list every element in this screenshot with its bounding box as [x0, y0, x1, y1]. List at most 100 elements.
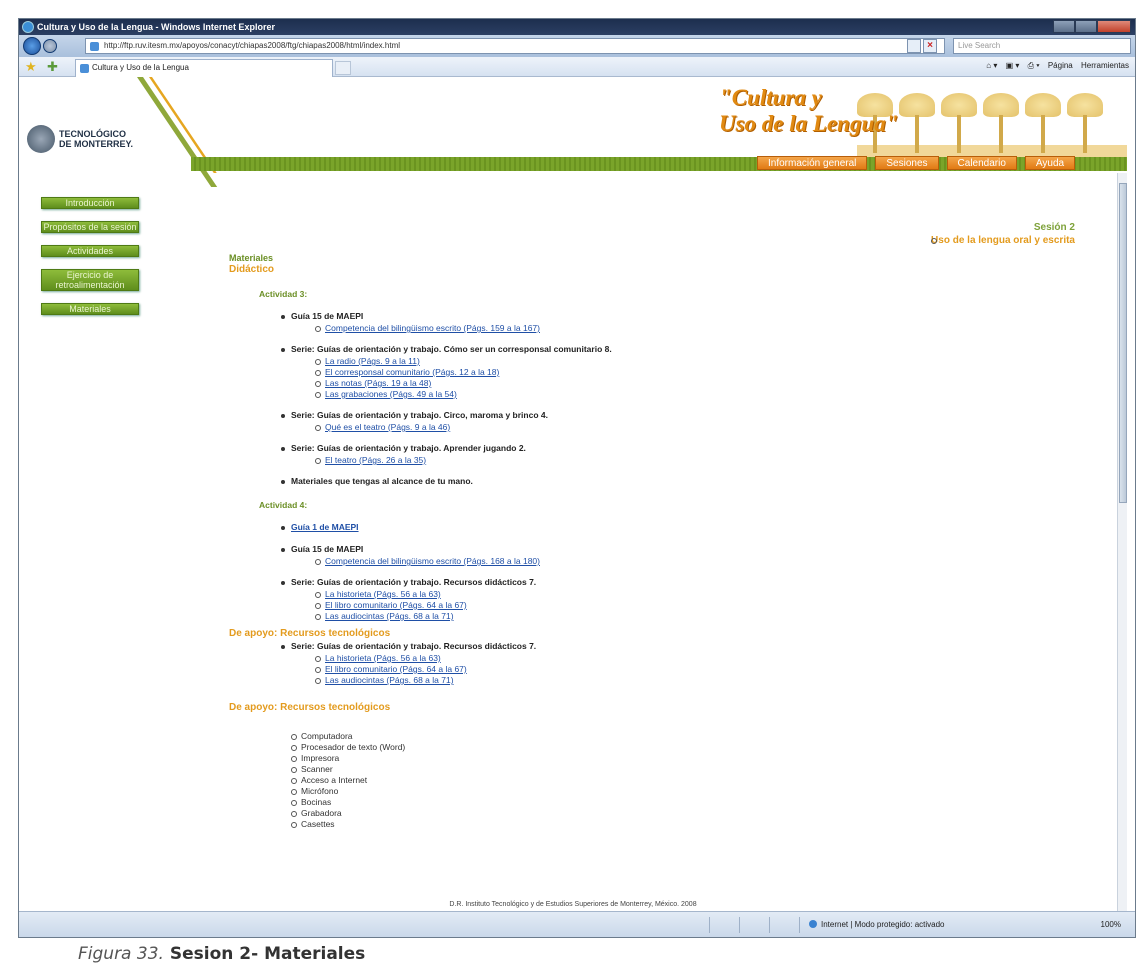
material-link[interactable]: Qué es el teatro (Págs. 9 a la 46) — [315, 422, 929, 433]
material-link[interactable]: El libro comunitario (Págs. 64 a la 67) — [315, 664, 929, 675]
material-link[interactable]: La historieta (Págs. 56 a la 63) — [315, 589, 929, 600]
add-favorite-icon[interactable]: ✚ — [47, 59, 58, 75]
material-link[interactable]: El corresponsal comunitario (Págs. 12 a … — [315, 367, 929, 378]
site-brand: "Cultura y Uso de la Lengua" — [719, 85, 899, 137]
favorites-star-icon[interactable]: ★ — [25, 59, 37, 75]
site-logo[interactable]: TECNOLÓGICO DE MONTERREY. — [59, 129, 133, 149]
material-link[interactable]: Competencia del bilingüismo escrito (Pág… — [315, 323, 929, 334]
palm-icon — [941, 93, 977, 153]
logo-line2: DE MONTERREY. — [59, 139, 134, 149]
nav-ayuda[interactable]: Ayuda — [1024, 156, 1076, 170]
home-icon[interactable]: ⌂ ▾ — [986, 61, 997, 70]
left-menu: Introducción Propósitos de la sesión Act… — [41, 197, 141, 327]
material-link[interactable]: La historieta (Págs. 56 a la 63) — [315, 653, 929, 664]
material-link[interactable]: Las notas (Págs. 19 a la 48) — [315, 378, 929, 389]
logo-line1: TECNOLÓGICO — [59, 129, 126, 139]
palm-icon — [1025, 93, 1061, 153]
nav-calendario[interactable]: Calendario — [946, 156, 1017, 170]
tec-logo-icon — [27, 125, 55, 153]
tab-cultura[interactable]: Cultura y Uso de la Lengua — [75, 59, 333, 77]
nav-informacion-general[interactable]: Información general — [757, 156, 868, 170]
list-item: Materiales que tengas al alcance de tu m… — [281, 476, 929, 486]
tab-label: Cultura y Uso de la Lengua — [92, 63, 189, 72]
new-tab-button[interactable] — [335, 61, 351, 75]
close-button[interactable] — [1097, 20, 1131, 33]
material-link[interactable]: Las grabaciones (Págs. 49 a la 54) — [315, 389, 929, 400]
search-input[interactable]: Live Search — [953, 38, 1131, 54]
refresh-button[interactable] — [907, 39, 921, 53]
window-title: Cultura y Uso de la Lengua - Windows Int… — [37, 22, 275, 32]
apoyo-heading: De apoyo: Recursos tecnológicos — [229, 628, 391, 639]
command-bar: ⌂ ▾ ▣ ▾ ⎙ ▾ Página Herramientas — [980, 61, 1129, 71]
brand-line2: Uso de la Lengua" — [719, 111, 899, 136]
palm-icon — [983, 93, 1019, 153]
status-divider — [739, 917, 740, 933]
forward-button[interactable] — [43, 39, 57, 53]
scrollbar-thumb[interactable] — [1119, 183, 1127, 503]
material-link[interactable]: La radio (Págs. 9 a la 11) — [315, 356, 929, 367]
web-page: TECNOLÓGICO DE MONTERREY. "Cultura y Uso… — [19, 77, 1127, 913]
list-item: Serie: Guías de orientación y trabajo. C… — [281, 344, 929, 354]
status-divider — [769, 917, 770, 933]
brand-line1: "Cultura y — [719, 85, 822, 110]
material-link[interactable]: El teatro (Págs. 26 a la 35) — [315, 455, 929, 466]
page-footer: D.R. Instituto Tecnológico y de Estudios… — [449, 901, 697, 908]
address-text: http://ftp.ruv.itesm.mx/apoyos/conacyt/c… — [104, 41, 401, 50]
vertical-scrollbar[interactable] — [1117, 173, 1127, 913]
figure-text: Sesion 2- Materiales — [169, 944, 366, 964]
tools-menu[interactable]: Herramientas — [1081, 61, 1129, 70]
list-item: Casettes — [291, 819, 929, 830]
status-bar: Internet | Modo protegido: activado 100% — [19, 911, 1135, 937]
material-link[interactable]: Las audiocintas (Págs. 68 a la 71) — [315, 675, 929, 686]
guia1-link[interactable]: Guía 1 de MAEPI — [281, 522, 929, 532]
session-title: Sesión 2 — [1033, 222, 1075, 233]
didactico-heading: Didáctico — [229, 264, 275, 275]
material-link[interactable]: Las audiocintas (Págs. 68 a la 71) — [315, 611, 929, 622]
browser-window: Cultura y Uso de la Lengua - Windows Int… — [18, 18, 1136, 938]
menu-propositos[interactable]: Propósitos de la sesión — [41, 221, 139, 233]
feeds-icon[interactable]: ▣ ▾ — [1006, 61, 1020, 70]
list-item: Computadora — [291, 731, 929, 742]
menu-ejercicio[interactable]: Ejercicio de retroalimentación — [41, 269, 139, 291]
session-heading: Sesión 2 Uso de la lengua oral y escrita — [931, 221, 1075, 246]
figure-number: Figura 33. — [78, 944, 164, 964]
actividad4-label: Actividad 4: — [259, 500, 308, 510]
status-divider — [799, 917, 800, 933]
minimize-button[interactable] — [1053, 20, 1075, 33]
stop-button[interactable]: × — [923, 39, 937, 53]
material-link[interactable]: Competencia del bilingüismo escrito (Pág… — [315, 556, 929, 567]
zoom-level[interactable]: 100% — [1101, 920, 1121, 929]
nav-sesiones[interactable]: Sesiones — [875, 156, 939, 170]
list-item: Serie: Guías de orientación y trabajo. C… — [281, 410, 929, 420]
list-item: Micrófono — [291, 786, 929, 797]
address-row: http://ftp.ruv.itesm.mx/apoyos/conacyt/c… — [19, 35, 1135, 57]
address-bar[interactable]: http://ftp.ruv.itesm.mx/apoyos/conacyt/c… — [85, 38, 945, 54]
list-item: Serie: Guías de orientación y trabajo. R… — [281, 577, 929, 587]
menu-actividades[interactable]: Actividades — [41, 245, 139, 257]
menu-introduccion[interactable]: Introducción — [41, 197, 139, 209]
materials-heading: Materiales — [229, 253, 274, 263]
list-item: Guía 15 de MAEPI — [281, 311, 929, 321]
security-zone[interactable]: Internet | Modo protegido: activado — [809, 920, 945, 929]
list-item: Acceso a Internet — [291, 775, 929, 786]
print-icon[interactable]: ⎙ ▾ — [1028, 61, 1040, 70]
page-menu[interactable]: Página — [1048, 61, 1073, 70]
materials-content: Materiales Didáctico Actividad 3: Guía 1… — [229, 253, 929, 830]
list-item: Serie: Guías de orientación y trabajo. R… — [281, 641, 929, 651]
maximize-button[interactable] — [1075, 20, 1097, 33]
material-link[interactable]: El libro comunitario (Págs. 64 a la 67) — [315, 600, 929, 611]
list-item: Procesador de texto (Word) — [291, 742, 929, 753]
session-subtitle: Uso de la lengua oral y escrita — [931, 235, 1075, 246]
actividad3-label: Actividad 3: — [259, 289, 308, 299]
palm-icon — [1067, 93, 1103, 153]
window-controls — [1053, 20, 1131, 33]
back-button[interactable] — [23, 37, 41, 55]
figure-caption: Figura 33. Sesion 2- Materiales — [78, 944, 365, 964]
list-item: Serie: Guías de orientación y trabajo. A… — [281, 443, 929, 453]
ie-logo-icon — [22, 21, 34, 33]
menu-materiales[interactable]: Materiales — [41, 303, 139, 315]
favorites-row: ★ ✚ Cultura y Uso de la Lengua ⌂ ▾ ▣ ▾ ⎙… — [19, 57, 1135, 77]
apoyo-heading-2: De apoyo: Recursos tecnológicos — [229, 702, 391, 713]
status-divider — [709, 917, 710, 933]
list-item: Bocinas — [291, 797, 929, 808]
